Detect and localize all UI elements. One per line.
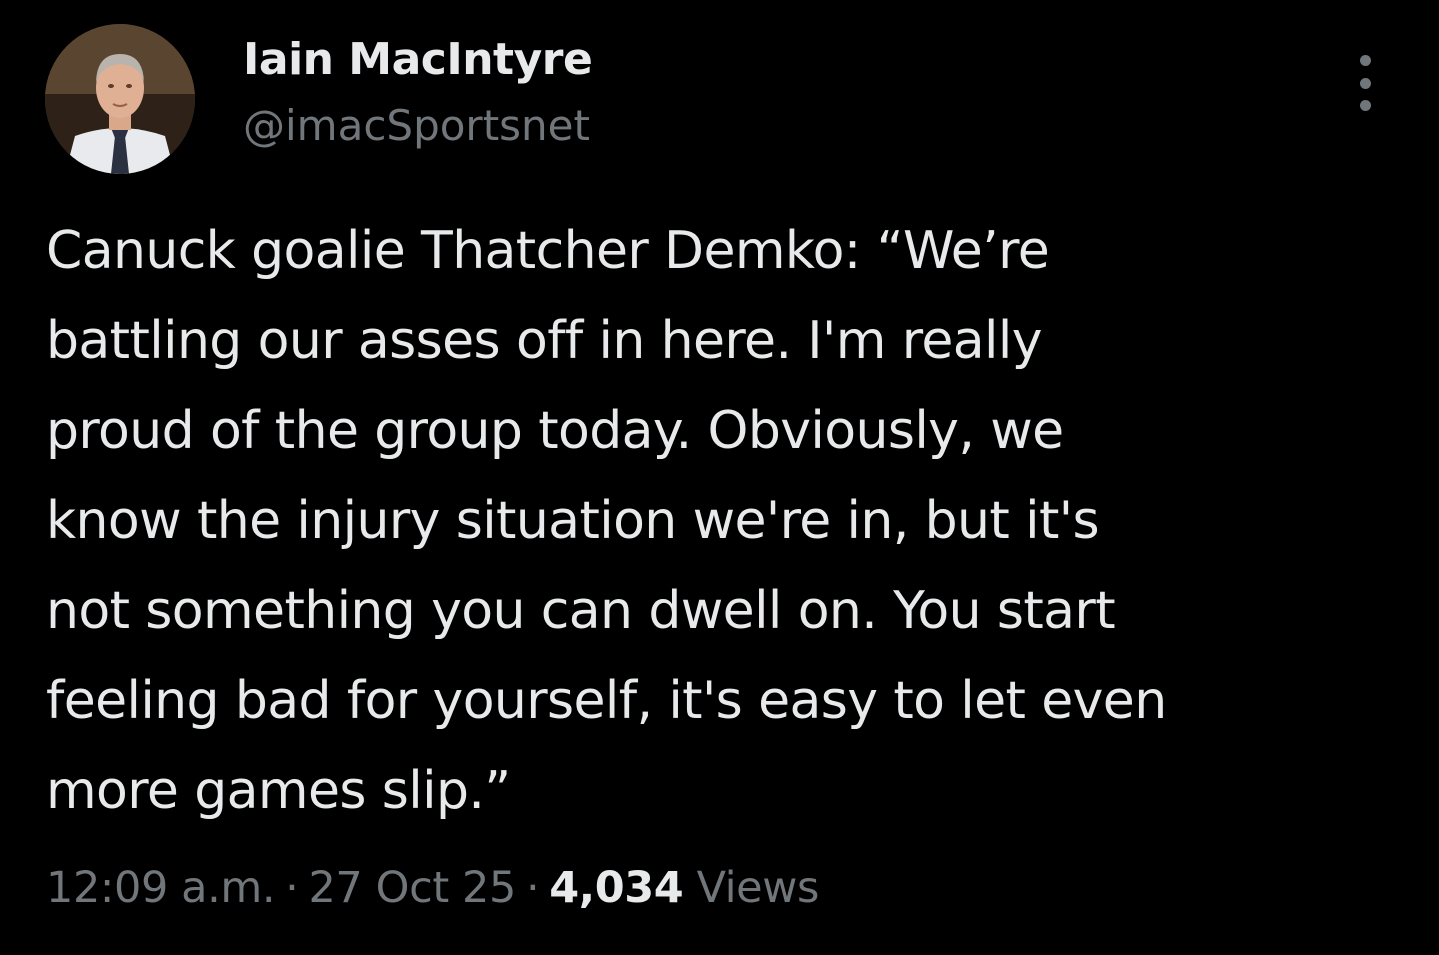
views-count[interactable]: 4,034: [549, 863, 683, 913]
more-vertical-icon: [1359, 77, 1371, 89]
tweet-meta: 12:09 a.m. · 27 Oct 25 · 4,034 Views: [46, 858, 819, 918]
avatar[interactable]: [45, 24, 195, 174]
tweet: Iain MacIntyre @imacSportsnet Canuck goa…: [0, 0, 1439, 955]
views-label: Views: [696, 863, 820, 913]
more-options-button[interactable]: [1345, 55, 1385, 111]
meta-separator: ·: [285, 863, 299, 913]
meta-separator: ·: [525, 863, 540, 913]
more-vertical-icon: [1359, 100, 1371, 111]
avatar-image: [45, 24, 195, 174]
tweet-time[interactable]: 12:09 a.m.: [46, 863, 276, 913]
author-handle[interactable]: @imacSportsnet: [243, 96, 592, 156]
author-display-name[interactable]: Iain MacIntyre: [243, 30, 593, 90]
tweet-text: Canuck goalie Thatcher Demko: “We’re bat…: [46, 221, 1167, 821]
tweet-date[interactable]: 27 Oct 25: [308, 863, 516, 913]
author-info: Iain MacIntyre @imacSportsnet: [243, 30, 593, 156]
more-vertical-icon: [1359, 55, 1371, 66]
